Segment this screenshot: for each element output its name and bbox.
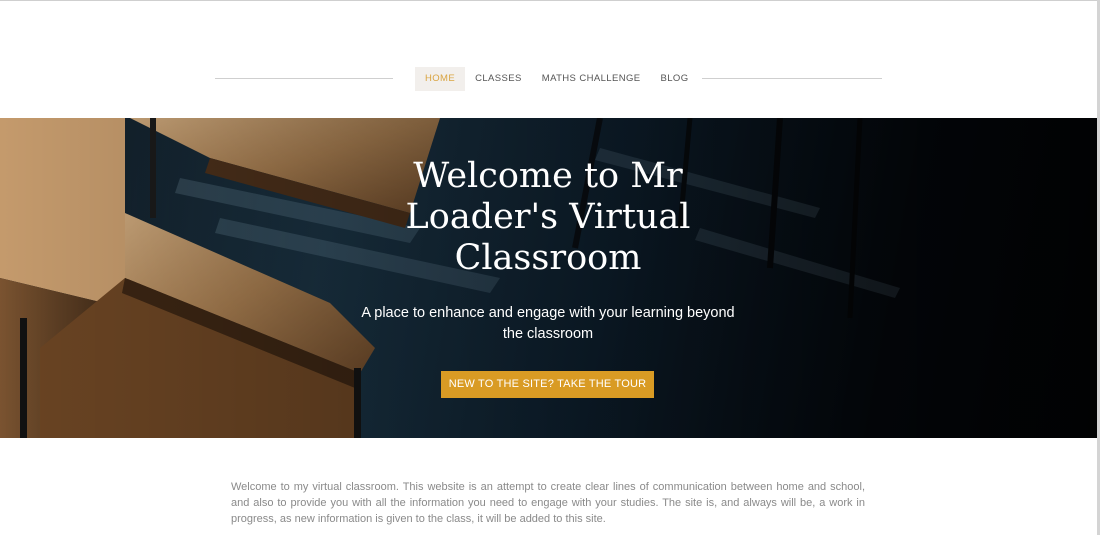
nav-item-maths-challenge[interactable]: MATHS CHALLENGE [532, 67, 651, 91]
nav-item-home[interactable]: HOME [415, 67, 466, 91]
nav-divider-right [702, 78, 882, 79]
hero-subtitle: A place to enhance and engage with your … [361, 305, 735, 342]
intro-paragraph: Welcome to my virtual classroom. This we… [231, 481, 865, 525]
main-nav: HOME CLASSES MATHS CHALLENGE BLOG [415, 67, 698, 91]
nav-divider-left [215, 78, 393, 79]
hero-title: Welcome to Mr Loader's Virtual Classroom [405, 156, 691, 278]
site-header: HOME CLASSES MATHS CHALLENGE BLOG [0, 1, 1100, 118]
hero-banner: Welcome to Mr Loader's Virtual Classroom… [0, 118, 1100, 438]
nav-item-blog[interactable]: BLOG [650, 67, 698, 91]
tour-button[interactable]: NEW TO THE SITE? TAKE THE TOUR [441, 371, 654, 398]
nav-item-classes[interactable]: CLASSES [465, 67, 532, 91]
